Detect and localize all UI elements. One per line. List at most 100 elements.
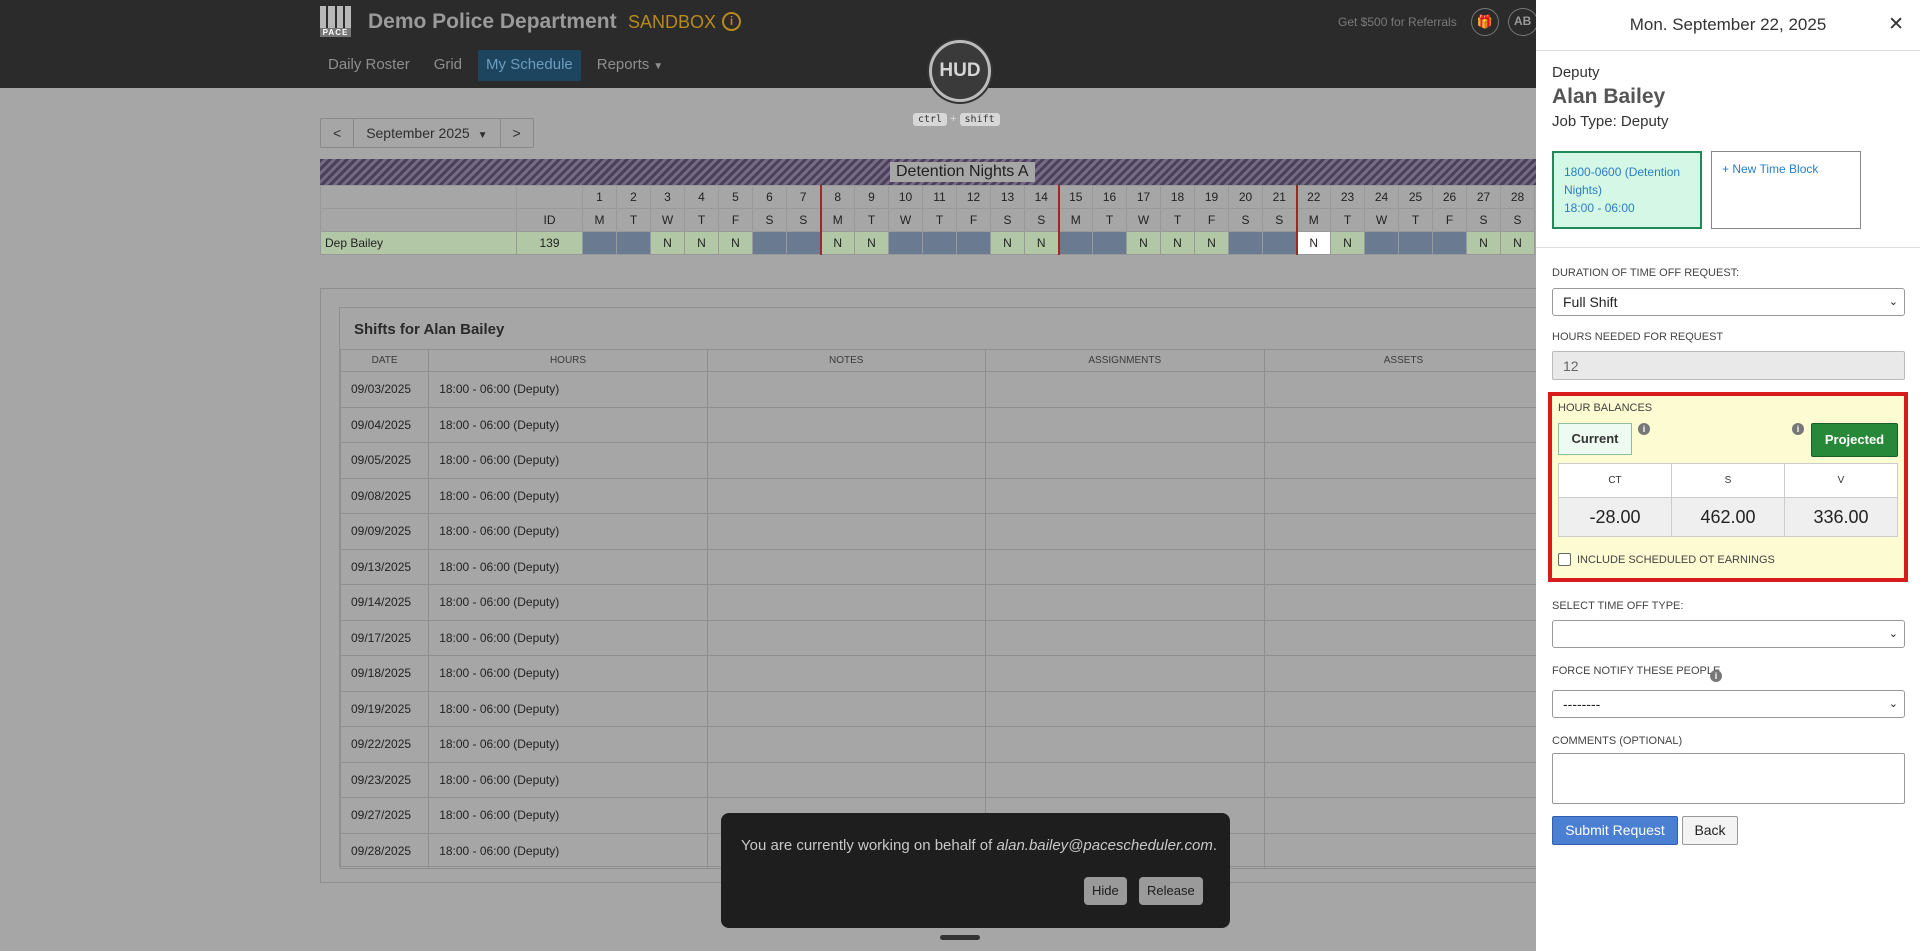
hours-label: HOURS NEEDED FOR REQUEST (1552, 331, 1724, 343)
hud-button[interactable]: HUD (929, 40, 991, 102)
shifts-column-header[interactable]: HOURS (428, 349, 708, 372)
grid-day-number: 8 (819, 185, 855, 209)
hide-button[interactable]: Hide (1084, 877, 1127, 905)
grid-shift-cell[interactable] (616, 231, 651, 255)
table-row[interactable]: 09/23/2025 18:00 - 06:00 (Deputy) (339, 761, 1543, 798)
grid-shift-cell[interactable]: N (1295, 231, 1331, 255)
grid-shift-cell[interactable] (1057, 231, 1093, 255)
info-icon[interactable]: i (722, 12, 741, 31)
next-month-button[interactable]: > (501, 119, 533, 147)
shift-cell-empty (984, 726, 1266, 763)
table-row[interactable]: 09/14/2025 18:00 - 06:00 (Deputy) (339, 584, 1543, 621)
employee-name[interactable]: Dep Bailey (320, 231, 517, 255)
shift-cell-empty (1264, 584, 1543, 621)
table-row[interactable]: 09/13/2025 18:00 - 06:00 (Deputy) (339, 548, 1543, 585)
info-icon[interactable]: i (1638, 423, 1650, 435)
shift-cell-empty (984, 655, 1266, 692)
shift-cell-empty (706, 477, 986, 514)
grid-shift-cell[interactable] (1228, 231, 1263, 255)
grid-weekday: W (1364, 208, 1399, 232)
month-select[interactable]: September 2025 ▼ (354, 119, 501, 147)
back-button[interactable]: Back (1682, 816, 1738, 845)
shift-key: shift (959, 113, 1000, 126)
grid-shift-cell[interactable]: N (1126, 231, 1161, 255)
submit-request-button[interactable]: Submit Request (1552, 816, 1678, 845)
table-row[interactable]: 09/05/2025 18:00 - 06:00 (Deputy) (339, 442, 1543, 479)
prev-month-button[interactable]: < (321, 119, 355, 147)
notify-select[interactable]: -------- ⌄ (1552, 690, 1905, 718)
new-time-block-button[interactable]: + New Time Block (1711, 151, 1861, 229)
grid-day-number: 24 (1364, 185, 1399, 209)
current-toggle-button[interactable]: Current (1558, 423, 1632, 455)
table-row[interactable]: 09/09/2025 18:00 - 06:00 (Deputy) (339, 513, 1543, 550)
grid-shift-cell[interactable] (956, 231, 991, 255)
grid-shift-cell[interactable] (1364, 231, 1399, 255)
grid-shift-cell[interactable]: N (684, 231, 719, 255)
drag-handle[interactable] (940, 935, 980, 940)
shifts-table: DATE HOURS NOTES ASSIGNMENTS ASSETS 09/03/20… (339, 349, 1543, 869)
close-icon[interactable]: ✕ (1888, 13, 1904, 36)
grid-day-number: 28 (1500, 185, 1535, 209)
shifts-column-header[interactable]: DATE (339, 349, 430, 372)
grid-shift-cell[interactable] (752, 231, 787, 255)
grid-shift-cell[interactable] (1092, 231, 1127, 255)
time-block-selected[interactable]: 1800-0600 (Detention Nights) 18:00 - 06:… (1552, 151, 1702, 229)
referral-link[interactable]: Get $500 for Referrals (1338, 15, 1457, 29)
table-row[interactable]: 09/03/2025 18:00 - 06:00 (Deputy) (339, 371, 1543, 408)
shift-cell-empty (1264, 513, 1543, 550)
grid-shift-cell[interactable]: N (1160, 231, 1195, 255)
grid-shift-cell[interactable] (786, 231, 821, 255)
table-row[interactable]: 09/19/2025 18:00 - 06:00 (Deputy) (339, 690, 1543, 727)
grid-shift-cell[interactable]: N (990, 231, 1025, 255)
ot-checkbox[interactable] (1558, 553, 1571, 566)
shift-cell-empty (984, 371, 1266, 408)
balances-table: CT S V -28.00 462.00 336.00 (1558, 463, 1898, 537)
table-row[interactable]: 09/22/2025 18:00 - 06:00 (Deputy) (339, 726, 1543, 763)
projected-toggle-button[interactable]: Projected (1811, 423, 1898, 457)
shift-hours: 18:00 - 06:00 (Deputy) (428, 513, 708, 550)
gift-icon[interactable]: 🎁 (1471, 8, 1499, 36)
nav-reports[interactable]: Reports ▼ (589, 50, 671, 81)
release-button[interactable]: Release (1139, 877, 1203, 905)
grid-shift-cell[interactable]: N (1024, 231, 1059, 255)
grid-shift-cell[interactable] (582, 231, 617, 255)
grid-shift-cell[interactable] (922, 231, 957, 255)
grid-shift-cell[interactable] (888, 231, 923, 255)
balance-header-v: V (1784, 463, 1898, 498)
time-off-type-select[interactable]: ⌄ (1552, 620, 1905, 648)
grid-shift-cell[interactable]: N (650, 231, 685, 255)
grid-shift-cell[interactable] (1262, 231, 1297, 255)
table-row[interactable]: 09/17/2025 18:00 - 06:00 (Deputy) (339, 619, 1543, 656)
nav-daily-roster[interactable]: Daily Roster (320, 50, 418, 81)
grid-shift-cell[interactable]: N (854, 231, 889, 255)
info-icon[interactable]: i (1792, 423, 1804, 435)
grid-shift-cell[interactable] (1432, 231, 1467, 255)
grid-shift-cell[interactable]: N (819, 231, 855, 255)
balance-value-ct: -28.00 (1558, 497, 1672, 537)
grid-shift-cell[interactable]: N (1466, 231, 1501, 255)
notify-label: FORCE NOTIFY THESE PEOPLE (1552, 665, 1721, 677)
table-row[interactable]: 09/18/2025 18:00 - 06:00 (Deputy) (339, 655, 1543, 692)
grid-shift-cell[interactable]: N (1330, 231, 1365, 255)
grid-shift-cell[interactable]: N (1500, 231, 1535, 255)
balance-value-s: 462.00 (1671, 497, 1785, 537)
grid-weekday: S (752, 208, 787, 232)
grid-shift-cell[interactable]: N (1194, 231, 1229, 255)
shift-cell-empty (706, 584, 986, 621)
shifts-column-header[interactable]: NOTES (706, 349, 986, 372)
comments-textarea[interactable] (1552, 753, 1905, 804)
nav-grid[interactable]: Grid (426, 50, 470, 81)
shift-cell-empty (1264, 690, 1543, 727)
grid-shift-cell[interactable]: N (718, 231, 753, 255)
info-icon[interactable]: i (1710, 670, 1722, 682)
shifts-column-header[interactable]: ASSETS (1264, 349, 1543, 372)
table-row[interactable]: 09/08/2025 18:00 - 06:00 (Deputy) (339, 477, 1543, 514)
shifts-column-header[interactable]: ASSIGNMENTS (984, 349, 1266, 372)
table-row[interactable]: 09/04/2025 18:00 - 06:00 (Deputy) (339, 406, 1543, 443)
avatar[interactable]: AB (1508, 8, 1538, 36)
shift-cell-empty (706, 690, 986, 727)
grid-shift-cell[interactable] (1398, 231, 1433, 255)
pace-logo[interactable]: PACE (320, 6, 351, 37)
duration-select[interactable]: Full Shift ⌄ (1552, 288, 1905, 316)
nav-my-schedule[interactable]: My Schedule (478, 50, 581, 81)
